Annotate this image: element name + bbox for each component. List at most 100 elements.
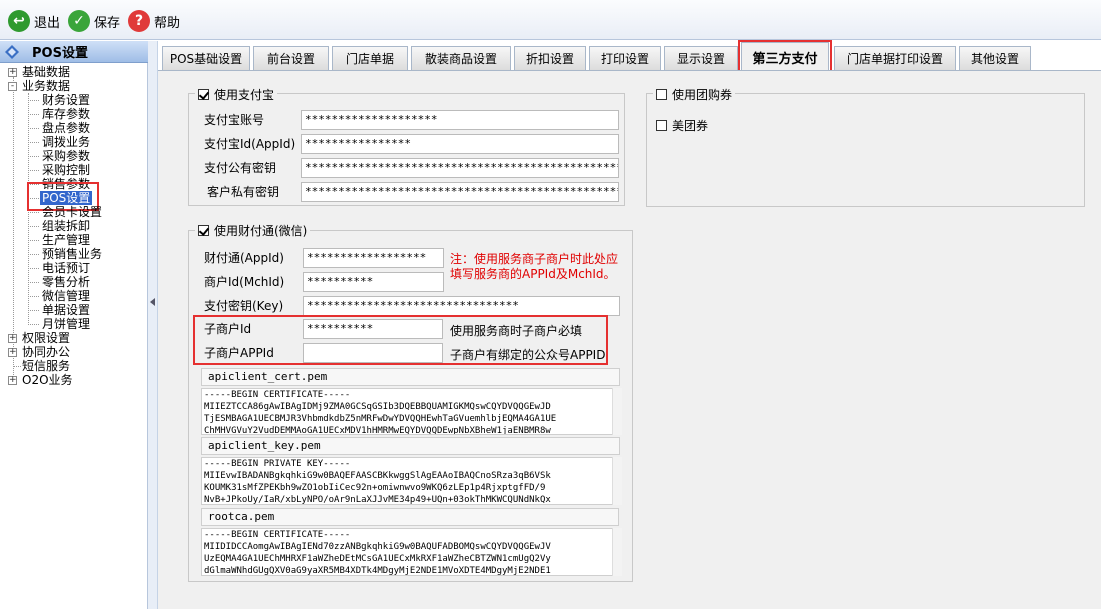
tree-branch [28, 142, 39, 143]
check-icon: ✓ [68, 10, 90, 32]
tree-item-business-data[interactable]: 业务数据 [22, 79, 70, 93]
expand-icon[interactable]: + [8, 334, 17, 343]
alipay-title: 使用支付宝 [214, 87, 275, 102]
tree-item-o2o[interactable]: O2O业务 [22, 373, 73, 387]
tab-store-doc-print[interactable]: 门店单据打印设置 [834, 46, 956, 70]
key-scrollbar[interactable] [612, 457, 622, 505]
alipay-toggle[interactable]: 使用支付宝 [195, 86, 278, 102]
meituan-checkbox[interactable] [656, 119, 667, 131]
tree-branch [28, 156, 39, 157]
customer-private-key-label: 客户私有密钥 [207, 185, 280, 199]
tree-item-presale[interactable]: 预销售业务 [42, 247, 102, 261]
tab-store-documents[interactable]: 门店单据 [332, 46, 408, 70]
save-label: 保存 [94, 15, 121, 31]
tenpay-appid-label: 财付通(AppId) [204, 251, 284, 265]
tab-discount[interactable]: 折扣设置 [514, 46, 586, 70]
merchant-id-field[interactable]: ********** [303, 272, 444, 292]
tree-branch [28, 254, 39, 255]
alipay-public-key-label: 支付公有密钥 [204, 161, 277, 175]
group-buy-title: 使用团购券 [672, 87, 733, 102]
expand-icon[interactable]: + [8, 376, 17, 385]
tree-item-inventory[interactable]: 库存参数 [42, 107, 90, 121]
service-provider-note: 注：使用服务商子商户时此处应填写服务商的APPId及MchId。 [450, 252, 619, 281]
help-label: 帮助 [154, 15, 181, 31]
meituan-label: 美团券 [672, 118, 709, 133]
collapse-icon[interactable]: - [8, 82, 17, 91]
tree-item-member-card[interactable]: 会员卡设置 [42, 205, 102, 219]
tree-header-title: POS设置 [32, 46, 88, 61]
group-buy-checkbox[interactable] [656, 88, 667, 100]
expand-icon[interactable]: + [8, 348, 17, 357]
settings-tree-panel: POS设置 + 基础数据 - 业务数据 财务设置 库存参数 盘点参数 调拨业务 … [0, 41, 148, 609]
tree-item-stocktake[interactable]: 盘点参数 [42, 121, 90, 135]
tree-item-assembly[interactable]: 组装拆卸 [42, 219, 90, 233]
tree-branch [28, 128, 39, 129]
alipay-account-field[interactable]: ******************** [301, 110, 619, 130]
tree-branch [28, 226, 39, 227]
alipay-public-key-field[interactable]: ****************************************… [301, 158, 619, 178]
tab-front-desk[interactable]: 前台设置 [253, 46, 329, 70]
tree-branch [28, 240, 39, 241]
toolbar: ↩ 退出 ✓ 保存 ? 帮助 [0, 0, 1101, 40]
tab-other[interactable]: 其他设置 [959, 46, 1031, 70]
tree-branch [28, 268, 39, 269]
key-textarea[interactable]: -----BEGIN PRIVATE KEY----- MIIEvwIBADAN… [201, 457, 613, 505]
meituan-toggle[interactable]: 美团券 [653, 117, 711, 133]
tree-item-permissions[interactable]: 权限设置 [22, 331, 70, 345]
tree-item-phone-booking[interactable]: 电话预订 [42, 261, 90, 275]
alipay-checkbox[interactable] [198, 88, 209, 100]
key-file-label[interactable]: apiclient_key.pem [201, 437, 620, 455]
tree-item-sms[interactable]: 短信服务 [22, 359, 70, 373]
tree-item-basic-data[interactable]: 基础数据 [22, 65, 70, 79]
tenpay-appid-field[interactable]: ****************** [303, 248, 444, 268]
tree-branch [28, 282, 39, 283]
save-button[interactable]: ✓ 保存 [68, 9, 120, 33]
alipay-appid-label: 支付宝Id(AppId) [204, 137, 296, 151]
tree-branch [28, 100, 39, 101]
help-icon: ? [128, 10, 150, 32]
tree-branch [28, 324, 39, 325]
alipay-account-label: 支付宝账号 [204, 113, 265, 127]
tree-header: POS设置 [0, 41, 148, 63]
cert-scrollbar[interactable] [612, 388, 622, 435]
panel-splitter[interactable] [148, 41, 158, 609]
tree-item-mooncake[interactable]: 月饼管理 [42, 317, 90, 331]
rootca-file-label[interactable]: rootca.pem [201, 508, 619, 526]
payment-key-field[interactable]: ******************************** [303, 296, 620, 316]
tree-item-purchase-params[interactable]: 采购参数 [42, 149, 90, 163]
customer-private-key-field[interactable]: ****************************************… [301, 182, 619, 202]
collapse-arrow-icon[interactable] [150, 298, 155, 306]
cert-file-label[interactable]: apiclient_cert.pem [201, 368, 620, 386]
rootca-textarea[interactable]: -----BEGIN CERTIFICATE----- MIIDIDCCAomg… [201, 528, 613, 576]
merchant-id-label: 商户Id(MchId) [204, 275, 285, 289]
expand-icon[interactable]: + [8, 68, 17, 77]
payment-key-label: 支付密钥(Key) [204, 299, 284, 313]
highlight-box [193, 315, 608, 365]
tab-print[interactable]: 打印设置 [589, 46, 661, 70]
tree-item-purchase-control[interactable]: 采购控制 [42, 163, 90, 177]
tree-item-transfer[interactable]: 调拨业务 [42, 135, 90, 149]
tree-item-finance[interactable]: 财务设置 [42, 93, 90, 107]
tree-item-production[interactable]: 生产管理 [42, 233, 90, 247]
group-buy-toggle[interactable]: 使用团购券 [653, 86, 736, 102]
exit-icon: ↩ [8, 10, 30, 32]
tab-pos-basic[interactable]: POS基础设置 [162, 46, 250, 70]
tree-item-collaboration[interactable]: 协同办公 [22, 345, 70, 359]
rootca-scrollbar[interactable] [612, 528, 622, 576]
tab-display[interactable]: 显示设置 [664, 46, 738, 70]
wechat-pay-title: 使用财付通(微信) [214, 223, 308, 238]
tab-bulk-goods[interactable]: 散装商品设置 [411, 46, 511, 70]
settings-tree-icon [5, 45, 19, 59]
tree-branch [28, 310, 39, 311]
tree-branch [28, 212, 39, 213]
wechat-pay-checkbox[interactable] [198, 224, 209, 236]
cert-textarea[interactable]: -----BEGIN CERTIFICATE----- MIIEZTCCA86g… [201, 388, 613, 435]
alipay-appid-field[interactable]: **************** [301, 134, 619, 154]
help-button[interactable]: ? 帮助 [128, 9, 180, 33]
tree-item-retail-analysis[interactable]: 零售分析 [42, 275, 90, 289]
tree-item-wechat-mgmt[interactable]: 微信管理 [42, 289, 90, 303]
exit-button[interactable]: ↩ 退出 [8, 9, 60, 33]
wechat-pay-toggle[interactable]: 使用财付通(微信) [195, 222, 311, 238]
tree-branch [28, 170, 39, 171]
tree-item-document-settings[interactable]: 单据设置 [42, 303, 90, 317]
